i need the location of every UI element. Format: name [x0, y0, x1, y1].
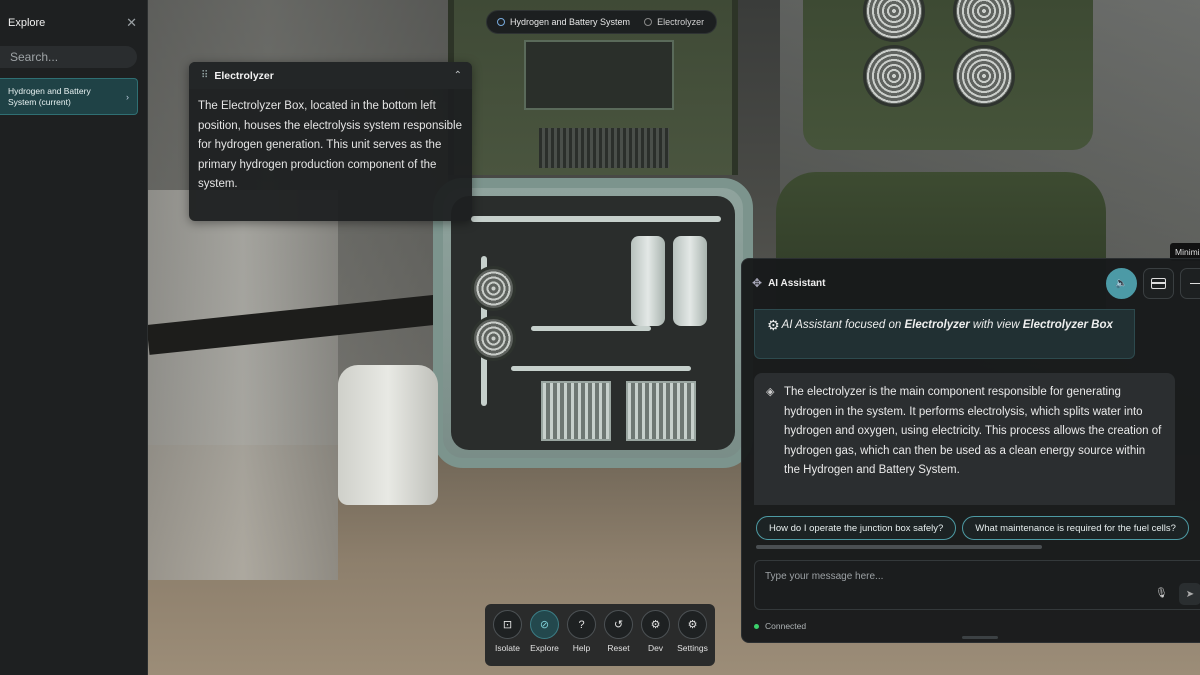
speaker-muted-icon: 🔈 — [1115, 278, 1128, 289]
component-icon — [644, 18, 653, 26]
tool-label: Settings — [677, 643, 708, 653]
explore-sidebar: Explore ✕ Hydrogen and Battery System (c… — [0, 0, 148, 675]
ai-assistant-controls: 🔈 — [1106, 268, 1200, 299]
assistant-context-message: ⚙ AI Assistant focused on Electrolyzer w… — [754, 309, 1135, 359]
bottom-toolbar: ⊡ Isolate ⊘ Explore ? Help ↺ Reset ⚙ Dev… — [485, 604, 715, 666]
search-input[interactable] — [10, 50, 130, 64]
scene-fan — [863, 0, 925, 42]
help-button[interactable]: ? Help — [565, 610, 599, 666]
suggestion-chip[interactable]: What maintenance is required for the fue… — [962, 516, 1189, 540]
scene-electrolyzer-box[interactable] — [433, 178, 753, 468]
move-icon[interactable]: ✥ — [752, 276, 762, 290]
suggestions-scrollbar[interactable] — [756, 545, 1042, 549]
microphone-icon[interactable]: 🎙 — [1155, 588, 1168, 599]
suggestion-chip[interactable]: How do I operate the junction box safely… — [756, 516, 957, 540]
minimize-button[interactable] — [1180, 268, 1200, 299]
minus-icon — [1189, 282, 1200, 285]
suggestion-chips: How do I operate the junction box safely… — [756, 516, 1189, 540]
tool-label: Isolate — [494, 643, 521, 653]
status-dot-icon — [754, 623, 759, 629]
info-card-title: Electrolyzer — [214, 69, 274, 82]
breadcrumb-label: Hydrogen and Battery System — [510, 17, 631, 27]
message-composer: 🎙 ➤ — [754, 560, 1200, 610]
context-middle: with view — [969, 319, 1023, 331]
sidebar-item-hydrogen-battery-system[interactable]: Hydrogen and Battery System (current) › — [0, 78, 138, 115]
scene-fan — [471, 266, 516, 311]
breadcrumb-label: Electrolyzer — [657, 17, 705, 27]
scene-fan — [863, 45, 925, 107]
mute-button[interactable]: 🔈 — [1106, 268, 1137, 299]
scene-fan — [953, 45, 1015, 107]
drag-handle-icon[interactable]: ⠿ — [201, 70, 208, 81]
scene-radiator — [541, 381, 611, 441]
sidebar-item-label: Hydrogen and Battery System (current) — [8, 85, 91, 107]
panel-icon — [1151, 278, 1166, 289]
context-view: Electrolyzer Box — [1022, 319, 1113, 331]
isolate-button[interactable]: ⊡ Isolate — [491, 610, 525, 666]
settings-button[interactable]: ⚙ Settings — [676, 610, 710, 666]
scene-cylinder — [673, 236, 707, 326]
context-prefix: AI Assistant focused on — [781, 319, 905, 331]
ai-assistant-title: AI Assistant — [768, 277, 826, 289]
search-box — [0, 46, 137, 68]
tool-label: Reset — [607, 643, 630, 653]
gear-icon: ⚙ — [678, 610, 707, 639]
scene-fan — [953, 0, 1015, 42]
explore-button[interactable]: ⊘ Explore — [528, 610, 562, 666]
dev-button[interactable]: ⚙ Dev — [639, 610, 673, 666]
info-card-description: The Electrolyzer Box, located in the bot… — [198, 100, 462, 190]
status-text: Connected — [765, 621, 807, 631]
ai-assistant-panel: ✥ AI Assistant 🔈 ⚙ AI Assistant focused … — [741, 258, 1200, 643]
scene-vent — [539, 128, 669, 168]
scene-electrolyzer-interior — [451, 196, 735, 450]
context-focus: Electrolyzer — [904, 319, 970, 331]
gear-icon: ⚙ — [767, 317, 780, 333]
scene-bag — [148, 190, 338, 580]
scene-water-jug — [338, 365, 438, 505]
assistant-reply-text: The electrolyzer is the main component r… — [784, 386, 1162, 477]
scene-cylinder — [631, 236, 665, 326]
scene-pipe — [471, 216, 721, 222]
toggle-view-button[interactable] — [1143, 268, 1174, 299]
breadcrumb-item[interactable]: Hydrogen and Battery System — [497, 17, 630, 27]
info-card-header: ⠿ Electrolyzer ⌃ — [189, 62, 472, 89]
scene-fan — [471, 316, 516, 361]
reset-button[interactable]: ↺ Reset — [602, 610, 636, 666]
tool-label: Help — [572, 643, 591, 653]
send-icon[interactable]: ➤ — [1179, 583, 1200, 605]
help-icon: ? — [567, 610, 596, 639]
assistant-reply: ◈ The electrolyzer is the main component… — [754, 373, 1175, 505]
chevron-up-icon[interactable]: ⌃ — [454, 70, 462, 81]
breadcrumb: Hydrogen and Battery System Electrolyzer — [486, 10, 718, 34]
scene-fan-box — [803, 0, 1093, 150]
ai-assistant-header: ✥ AI Assistant 🔈 — [742, 259, 1200, 307]
scene-pipe — [531, 326, 651, 331]
tool-label: Dev — [647, 643, 664, 653]
gear-icon: ⚙ — [641, 610, 670, 639]
sidebar-title: Explore — [8, 16, 46, 29]
component-info-card: ⠿ Electrolyzer ⌃ The Electrolyzer Box, l… — [189, 62, 472, 221]
scene-radiator — [626, 381, 696, 441]
reset-icon: ↺ — [604, 610, 633, 639]
tool-label: Explore — [530, 643, 559, 653]
layers-icon: ◈ — [766, 386, 775, 398]
close-icon[interactable]: ✕ — [126, 16, 137, 29]
compass-icon: ⊘ — [530, 610, 559, 639]
sidebar-header: Explore ✕ — [0, 0, 147, 34]
isolate-icon: ⊡ — [493, 610, 522, 639]
connection-status: Connected — [754, 621, 806, 631]
scene-control-panel — [524, 40, 674, 110]
resize-handle[interactable] — [962, 636, 998, 639]
scene-pipe — [511, 366, 691, 371]
chevron-right-icon: › — [126, 91, 129, 102]
message-input[interactable] — [765, 571, 1145, 582]
compass-icon — [497, 18, 505, 26]
breadcrumb-item[interactable]: Electrolyzer — [644, 17, 704, 27]
